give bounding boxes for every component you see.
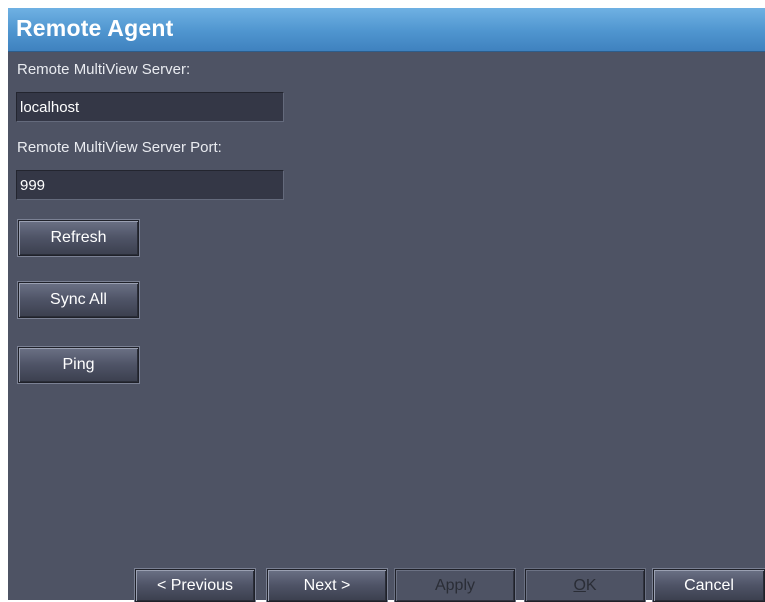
dialog-title: Remote Agent — [16, 15, 174, 41]
sync-all-button[interactable]: Sync All — [18, 282, 139, 318]
next-button[interactable]: Next > — [267, 569, 387, 602]
server-port-input[interactable]: 999 — [16, 170, 284, 200]
ping-button[interactable]: Ping — [18, 347, 139, 383]
remote-agent-dialog: Remote Agent Remote MultiView Server: lo… — [8, 8, 765, 602]
ok-button[interactable]: OK — [525, 569, 645, 602]
server-port-label: Remote MultiView Server Port: — [17, 139, 222, 156]
cancel-button[interactable]: Cancel — [653, 569, 765, 602]
server-label: Remote MultiView Server: — [17, 61, 191, 78]
apply-button[interactable]: Apply — [395, 569, 515, 602]
refresh-button[interactable]: Refresh — [18, 220, 139, 256]
previous-button[interactable]: < Previous — [135, 569, 255, 602]
server-input[interactable]: localhost — [16, 92, 284, 122]
title-bar: Remote Agent — [8, 8, 765, 52]
